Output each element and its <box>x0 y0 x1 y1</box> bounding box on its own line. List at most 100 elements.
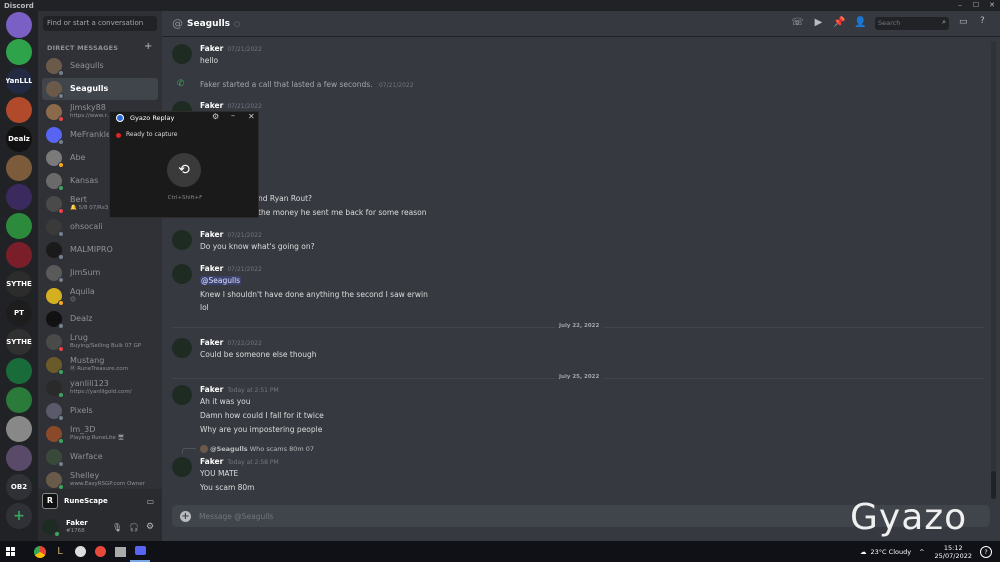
server-icon[interactable] <box>6 12 32 38</box>
chat-scrollbar[interactable] <box>991 41 996 499</box>
server-icon[interactable]: Dealz <box>6 126 32 152</box>
dm-item[interactable]: Warface <box>42 446 158 468</box>
status-indicator <box>58 392 64 398</box>
dm-item[interactable]: ohsocali <box>42 216 158 238</box>
author-name[interactable]: Faker <box>200 385 223 394</box>
voice-call-icon[interactable]: ☏ <box>787 17 808 28</box>
pin-icon[interactable]: 📌 <box>829 17 850 28</box>
server-icon[interactable] <box>6 155 32 181</box>
dm-item[interactable]: Pixels <box>42 400 158 422</box>
author-name[interactable]: Faker <box>200 101 223 110</box>
app-icon[interactable] <box>90 541 110 562</box>
dm-item[interactable]: Lrug Buying/Selling Bulk 07 GP <box>42 331 158 353</box>
dm-item[interactable]: Mustang Ⓜ RuneTreasure.com <box>42 354 158 376</box>
dm-item[interactable]: Aquila 😊 <box>42 285 158 307</box>
author-avatar[interactable] <box>172 230 192 250</box>
search-icon: ⌕ <box>942 18 946 26</box>
maximize-button[interactable]: ☐ <box>968 0 984 11</box>
server-icon[interactable]: YanLLL <box>6 68 32 94</box>
server-icon[interactable] <box>6 39 32 65</box>
server-icon[interactable] <box>6 184 32 210</box>
system-text: Faker started a call that lasted a few s… <box>200 80 373 89</box>
author-name[interactable]: Faker <box>200 338 223 347</box>
attach-plus-icon[interactable]: + <box>180 510 191 522</box>
dm-item[interactable]: Shelley www.EasyRSGP.com Owner <box>42 469 158 491</box>
author-avatar[interactable] <box>172 44 192 64</box>
server-icon[interactable] <box>6 242 32 268</box>
server-icon[interactable]: SYTHE <box>6 329 32 355</box>
server-icon[interactable]: PT <box>6 300 32 326</box>
help-icon[interactable]: ? <box>980 16 985 26</box>
author-avatar[interactable] <box>172 385 192 405</box>
dm-name: Bert <box>70 196 87 204</box>
league-icon[interactable]: L <box>50 541 70 562</box>
server-icon[interactable] <box>6 445 32 471</box>
author-avatar[interactable] <box>172 457 192 477</box>
dm-search-input[interactable]: Find or start a conversation <box>43 16 157 31</box>
author-name[interactable]: Faker <box>200 264 223 273</box>
popup-close-icon[interactable]: ✕ <box>248 112 255 121</box>
server-icon[interactable]: SYTHE <box>6 271 32 297</box>
popup-settings-gear-icon[interactable]: ⚙ <box>212 112 219 121</box>
video-call-icon[interactable]: ▶ <box>808 17 829 28</box>
activity-panel[interactable]: R RuneScape ▭ <box>38 489 162 513</box>
author-name[interactable]: Faker <box>200 230 223 239</box>
dm-item[interactable]: MALMIPRO <box>42 239 158 261</box>
status-indicator <box>58 185 64 191</box>
minimize-button[interactable]: – <box>952 0 968 11</box>
add-friend-icon[interactable]: 👤 <box>850 17 871 28</box>
clock[interactable]: 15:12 25/07/2022 <box>935 544 972 560</box>
popup-minimize-icon[interactable]: – <box>231 111 235 120</box>
dm-subtext: 🔔 5/8 07/Rs3 <box>70 205 109 211</box>
server-icon[interactable] <box>6 387 32 413</box>
dm-name: Lrug <box>70 334 88 342</box>
settings-gear-icon[interactable]: ⚙ <box>146 522 154 532</box>
server-icon[interactable] <box>6 213 32 239</box>
weather-text[interactable]: 23°C Cloudy <box>871 548 912 556</box>
dm-item[interactable]: Dealz <box>42 308 158 330</box>
dm-header: DIRECT MESSAGES <box>47 44 119 52</box>
windows-start-icon[interactable] <box>0 541 20 562</box>
replay-capture-button[interactable]: ⟲ <box>167 153 201 187</box>
reply-text: Who scams 80m 07 <box>249 445 315 453</box>
server-icon[interactable] <box>6 97 32 123</box>
tray-chevron-icon[interactable]: ^ <box>919 548 924 556</box>
user-mention[interactable]: @Seagulls <box>200 276 242 285</box>
screen-share-icon[interactable]: ▭ <box>146 497 154 506</box>
server-icon[interactable] <box>6 358 32 384</box>
steam-icon[interactable] <box>70 541 90 562</box>
user-avatar[interactable] <box>42 519 60 537</box>
timestamp: Today at 2:51 PM <box>227 387 279 394</box>
reply-preview[interactable]: @Seagulls Who scams 80m 07 <box>200 445 314 453</box>
chrome-icon[interactable] <box>30 541 50 562</box>
dm-item[interactable]: Im_3D Playing RuneLite 🖥 <box>42 423 158 445</box>
add-server-button[interactable]: + <box>6 503 32 529</box>
author-name[interactable]: Faker <box>200 457 223 466</box>
discord-task-icon[interactable] <box>130 541 150 562</box>
search-placeholder: Search <box>878 19 901 27</box>
dm-item[interactable]: JimSum <box>42 262 158 284</box>
runescape-icon: R <box>42 493 58 509</box>
file-explorer-icon[interactable] <box>110 541 130 562</box>
inbox-icon[interactable]: ▭ <box>959 17 968 27</box>
dm-name: JimSum <box>70 269 101 277</box>
author-avatar[interactable] <box>172 338 192 358</box>
notification-icon[interactable]: ? <box>980 545 992 558</box>
dm-item[interactable]: yanlili123 https://yanlilgold.com/ <box>42 377 158 399</box>
dm-name: Im_3D <box>70 426 96 434</box>
dm-item[interactable]: Seagulls <box>42 55 158 77</box>
author-avatar[interactable] <box>172 264 192 284</box>
headphones-icon[interactable]: 🎧 <box>129 523 139 532</box>
status-indicator <box>58 415 64 421</box>
dm-item[interactable]: Seagulls <box>42 78 158 100</box>
create-dm-button[interactable]: + <box>144 41 152 52</box>
status-indicator <box>58 116 64 122</box>
scroll-thumb[interactable] <box>991 471 996 499</box>
status-icon: ○ <box>234 19 241 28</box>
mic-icon[interactable]: 🎙 <box>112 523 122 532</box>
server-icon[interactable]: OB2 <box>6 474 32 500</box>
server-icon[interactable] <box>6 416 32 442</box>
author-name[interactable]: Faker <box>200 44 223 53</box>
close-button[interactable]: ✕ <box>984 0 1000 11</box>
chat-search-input[interactable]: Search ⌕ <box>875 17 949 30</box>
